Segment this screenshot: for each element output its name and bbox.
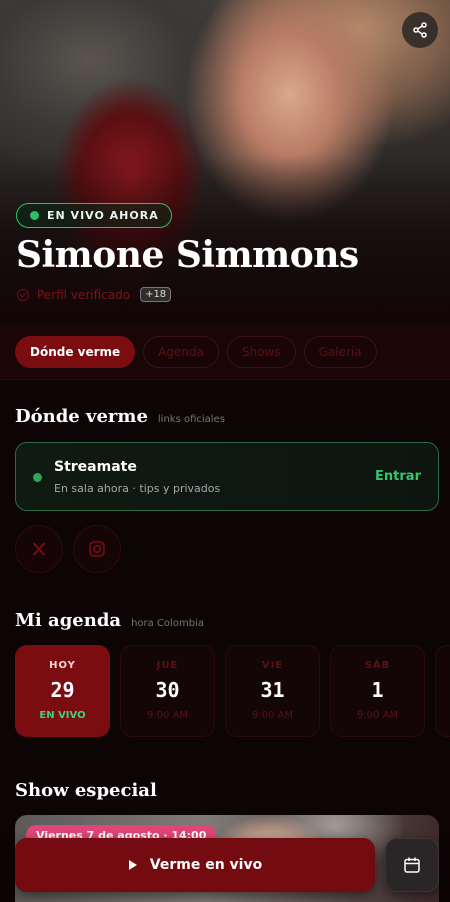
tab-galeria[interactable]: Galería [303,336,377,368]
online-dot-icon [33,473,42,482]
day-number: 29 [50,678,75,702]
day-number: 31 [260,678,285,702]
where-section-header: Dónde verme links oficiales [15,406,225,427]
day-card-partial[interactable] [435,645,450,737]
agenda-days: HOY 29 EN VIVO JUE 30 9:00 AM VIE 31 9:0… [15,645,450,737]
verified-label: Perfil verificado [37,287,131,302]
share-button[interactable] [402,12,438,48]
profile-name: Simone Simmons [16,234,359,276]
tab-shows[interactable]: Shows [226,336,296,368]
live-status-label: EN VIVO AHORA [47,209,159,222]
verified-row: Perfil verificado +18 [17,287,172,302]
platform-card-streamate[interactable]: Streamate En sala ahora · tips y privado… [15,442,439,511]
platform-description: En sala ahora · tips y privados [54,482,221,495]
day-number: 30 [155,678,180,702]
x-icon [32,542,46,556]
day-name: SÁB [364,660,391,671]
live-dot-icon [30,211,39,220]
day-card[interactable]: SÁB 1 9:00 AM [330,645,425,737]
enter-button[interactable]: Entrar [375,469,421,484]
calendar-button[interactable] [385,838,439,892]
calendar-icon [404,857,420,873]
day-number: 1 [371,678,384,702]
hero-banner [0,0,450,325]
where-section-subtitle: links oficiales [157,414,225,425]
play-icon [128,860,137,870]
day-time: 9:00 AM [146,710,189,721]
where-section-title: Dónde verme [15,406,148,427]
tab-agenda[interactable]: Agenda [143,336,219,368]
section-tabs: Dónde verme Agenda Shows Galería [0,325,450,380]
platform-name: Streamate [54,459,137,475]
agenda-section-title: Mi agenda [15,610,122,631]
special-section-title: Show especial [15,780,157,801]
instagram-icon [89,541,105,557]
agenda-section-header: Mi agenda hora Colombia [15,610,204,631]
social-x-button[interactable] [15,525,63,573]
day-time: 9:00 AM [251,710,294,721]
share-icon [413,22,427,38]
day-name: HOY [49,660,76,671]
watch-live-label: Verme en vivo [149,857,263,873]
tab-donde-verme[interactable]: Dónde verme [15,336,136,368]
agenda-section-subtitle: hora Colombia [131,618,204,629]
special-section-header: Show especial [15,780,157,801]
day-card[interactable]: VIE 31 9:00 AM [225,645,320,737]
day-card[interactable]: JUE 30 9:00 AM [120,645,215,737]
day-time: EN VIVO [39,710,86,721]
check-circle-icon [17,288,29,301]
social-instagram-button[interactable] [73,525,121,573]
watch-live-button[interactable]: Verme en vivo [15,838,375,892]
day-time: 9:00 AM [356,710,399,721]
day-card-today[interactable]: HOY 29 EN VIVO [15,645,110,737]
age-badge: +18 [140,287,172,302]
day-name: JUE [156,660,179,671]
day-name: VIE [261,660,284,671]
live-status-badge: EN VIVO AHORA [16,203,172,228]
